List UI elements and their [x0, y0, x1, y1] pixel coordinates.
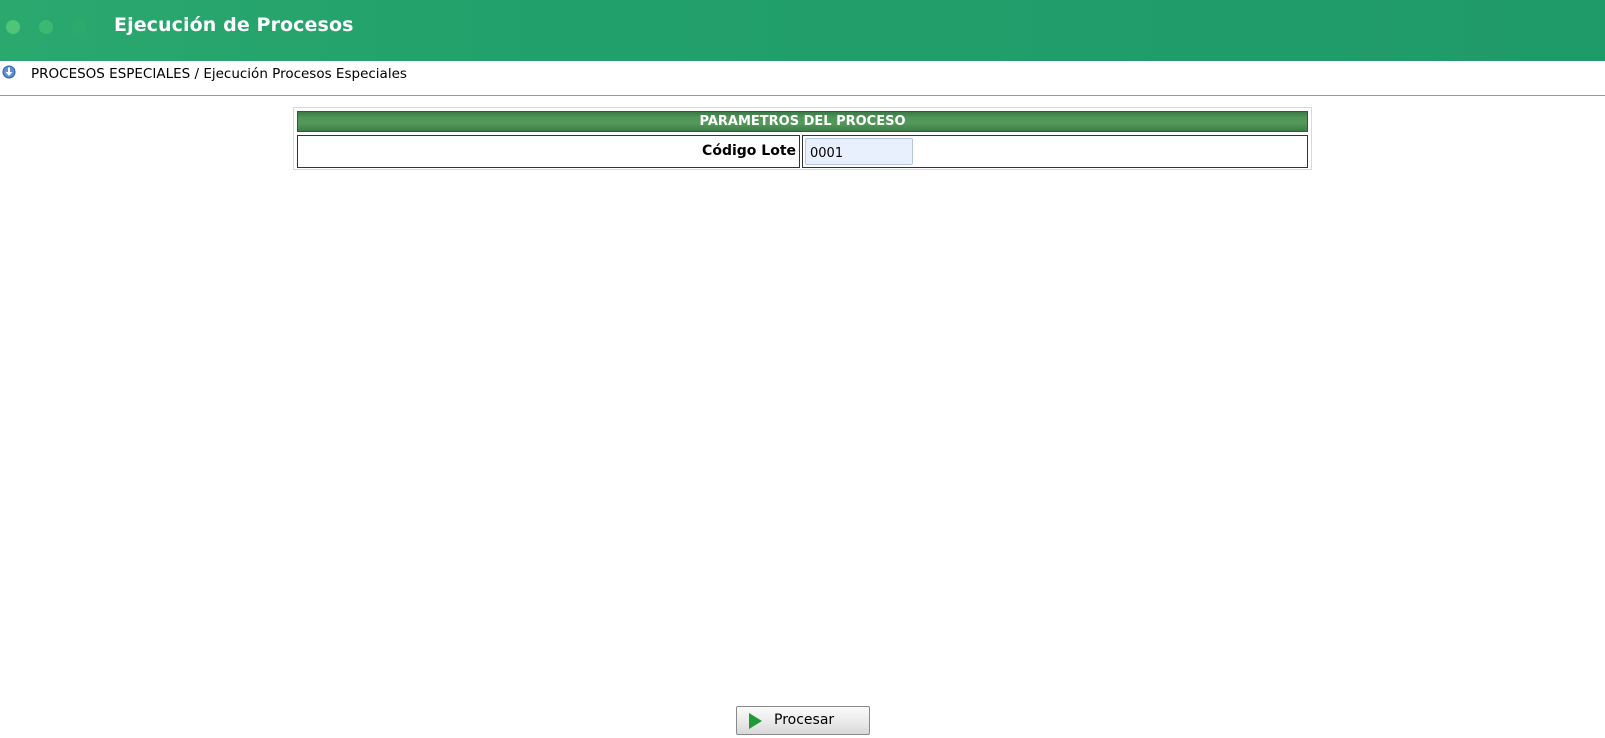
- procesar-button[interactable]: Procesar: [736, 706, 870, 735]
- window-dot-icon: [6, 20, 20, 34]
- process-parameters-panel: PARAMETROS DEL PROCESO Código Lote: [293, 107, 1312, 170]
- page-title: Ejecución de Procesos: [114, 14, 354, 36]
- codigo-lote-label: Código Lote: [297, 135, 800, 168]
- breadcrumb: PROCESOS ESPECIALES / Ejecución Procesos…: [31, 66, 407, 82]
- codigo-lote-input[interactable]: [805, 138, 913, 165]
- play-icon: [749, 713, 762, 729]
- parameter-row: Código Lote: [297, 135, 1308, 168]
- info-download-icon: [2, 64, 16, 79]
- procesar-button-label: Procesar: [774, 712, 835, 728]
- breadcrumb-bar: PROCESOS ESPECIALES / Ejecución Procesos…: [0, 61, 1605, 96]
- window-dot-icon: [72, 20, 86, 34]
- parameters-header: PARAMETROS DEL PROCESO: [297, 111, 1308, 132]
- codigo-lote-cell: [802, 135, 1308, 168]
- window-dot-icon: [39, 20, 53, 34]
- app-header: Ejecución de Procesos: [0, 0, 1605, 61]
